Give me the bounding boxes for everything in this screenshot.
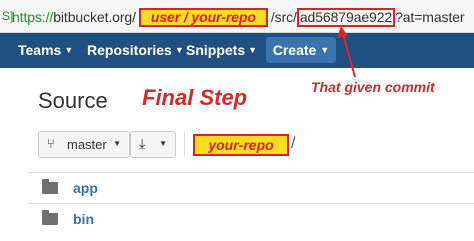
chevron-down-icon: ▼ xyxy=(159,139,167,148)
download-button[interactable]: ⤓ ▼ xyxy=(130,131,176,158)
folder-icon xyxy=(42,210,58,225)
list-item[interactable]: bin xyxy=(28,203,474,234)
file-name-link[interactable]: app xyxy=(73,180,98,196)
chevron-down-icon: ▼ xyxy=(113,139,121,148)
path-separator: / xyxy=(291,135,296,152)
folder-icon xyxy=(42,179,58,194)
page-title: Source xyxy=(38,88,108,113)
file-name-link[interactable]: bin xyxy=(73,211,94,227)
branch-label: master xyxy=(67,137,107,152)
final-step-annotation: Final Step xyxy=(142,85,248,110)
repo-name-highlight[interactable]: your-repo xyxy=(193,134,289,156)
download-icon: ⤓ xyxy=(139,135,146,151)
list-item[interactable]: app xyxy=(28,172,474,203)
branch-selector[interactable]: ⑂ master ▼ xyxy=(38,131,130,158)
branch-icon: ⑂ xyxy=(47,136,55,151)
divider xyxy=(184,132,185,156)
commit-annotation-label: That given commit xyxy=(311,79,435,95)
